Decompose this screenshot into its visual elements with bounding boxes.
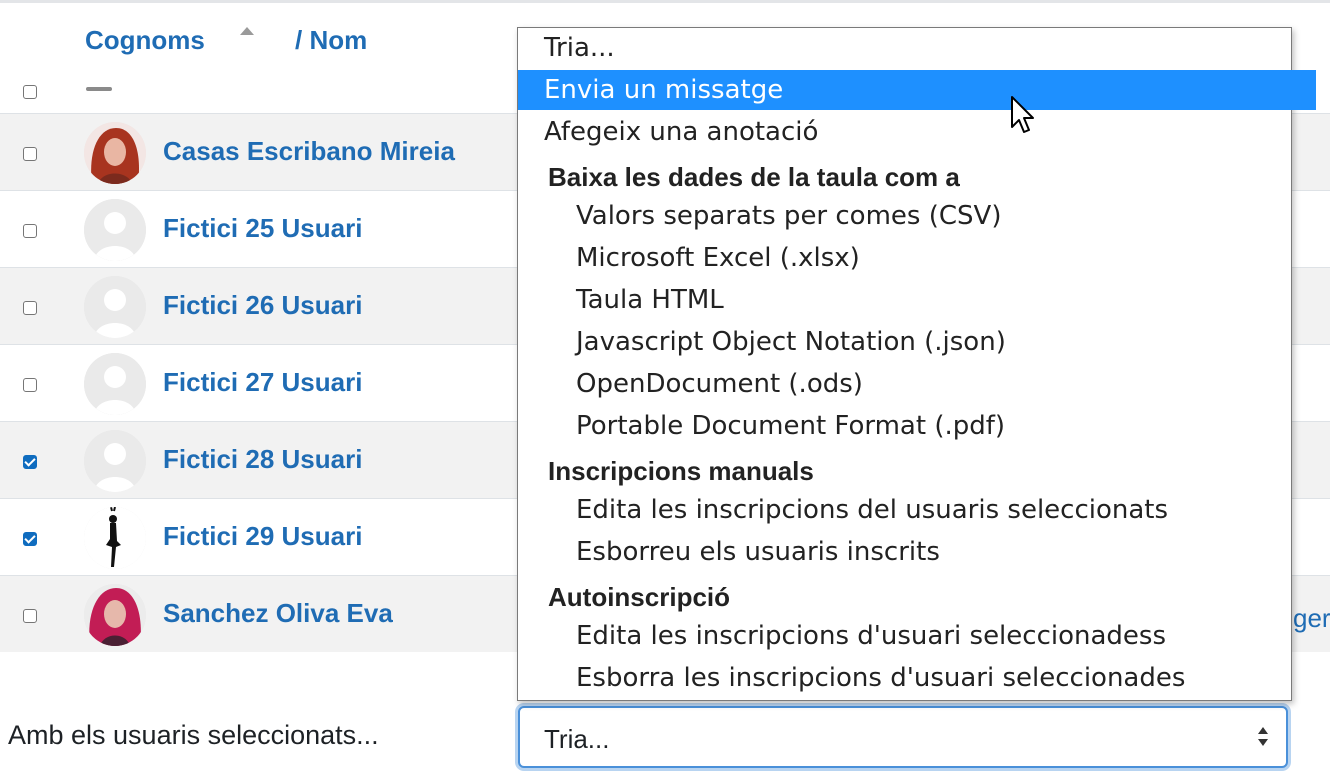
dropdown-option[interactable]: OpenDocument (.ods) xyxy=(518,364,1330,404)
dropdown-optgroup-label: Inscripcions manuals xyxy=(548,456,814,486)
user-avatar[interactable] xyxy=(84,507,146,569)
dropdown-option[interactable]: Javascript Object Notation (.json) xyxy=(518,322,1330,362)
dropdown-option[interactable]: Portable Document Format (.pdf) xyxy=(518,406,1330,446)
sort-lastname-link[interactable]: Cognoms xyxy=(85,25,205,56)
user-name-link[interactable]: Casas Escribano Mireia xyxy=(163,136,455,167)
user-avatar[interactable] xyxy=(84,430,146,492)
sort-ascending-icon xyxy=(240,27,254,35)
mouse-pointer-icon xyxy=(1011,96,1034,133)
row-select-checkbox[interactable] xyxy=(23,147,37,161)
dropdown-option[interactable]: Edita les inscripcions d'usuari seleccio… xyxy=(518,616,1330,656)
dropdown-option[interactable]: Afegeix una anotació xyxy=(518,112,1316,152)
user-name-link[interactable]: Fictici 29 Usuari xyxy=(163,521,362,552)
user-avatar[interactable] xyxy=(84,276,146,338)
sort-firstname-link[interactable]: / Nom xyxy=(295,25,367,56)
row-select-checkbox[interactable] xyxy=(23,224,37,238)
bulk-action-label: Amb els usuaris seleccionats... xyxy=(8,720,379,750)
user-avatar[interactable] xyxy=(84,353,146,415)
dropdown-option[interactable]: Envia un missatge xyxy=(518,70,1316,110)
dropdown-option[interactable]: Tria... xyxy=(518,28,1316,68)
dropdown-optgroup-label: Baixa les dades de la taula com a xyxy=(548,162,960,192)
user-name-link[interactable]: Fictici 27 Usuari xyxy=(163,367,362,398)
dropdown-option[interactable]: Edita les inscripcions del usuaris selec… xyxy=(518,490,1330,530)
user-name-link[interactable]: Fictici 25 Usuari xyxy=(163,213,362,244)
dropdown-optgroup-label: Autoinscripció xyxy=(548,582,731,612)
select-all-checkbox[interactable] xyxy=(23,85,37,99)
user-name-link[interactable]: Sanchez Oliva Eva xyxy=(163,598,393,629)
bulk-action-dropdown-list: Tria... Envia un missatge Afegeix una anot… xyxy=(517,27,1316,701)
user-avatar[interactable] xyxy=(84,199,146,261)
user-avatar[interactable] xyxy=(84,584,146,646)
user-avatar[interactable] xyxy=(84,122,146,184)
select-arrows-icon xyxy=(1258,726,1268,748)
dropdown-option[interactable]: Microsoft Excel (.xlsx) xyxy=(518,238,1330,278)
row-select-checkbox[interactable] xyxy=(23,301,37,315)
dropdown-option[interactable]: Taula HTML xyxy=(518,280,1330,320)
dropdown-option[interactable]: Valors separats per comes (CSV) xyxy=(518,196,1330,236)
row-select-checkbox[interactable] xyxy=(23,378,37,392)
row-select-checkbox[interactable] xyxy=(23,532,37,546)
user-name-link[interactable]: Fictici 28 Usuari xyxy=(163,444,362,475)
collapse-column-icon[interactable] xyxy=(86,87,112,91)
user-name-link[interactable]: Fictici 26 Usuari xyxy=(163,290,362,321)
row-select-checkbox[interactable] xyxy=(23,455,37,469)
bulk-action-select[interactable]: Tria... xyxy=(518,706,1288,768)
dropdown-option[interactable]: Esborreu els usuaris inscrits xyxy=(518,532,1330,572)
dropdown-option[interactable]: Esborra les inscripcions d'usuari selecc… xyxy=(518,658,1330,698)
bulk-action-selected-value: Tria... xyxy=(544,724,610,754)
row-select-checkbox[interactable] xyxy=(23,609,37,623)
